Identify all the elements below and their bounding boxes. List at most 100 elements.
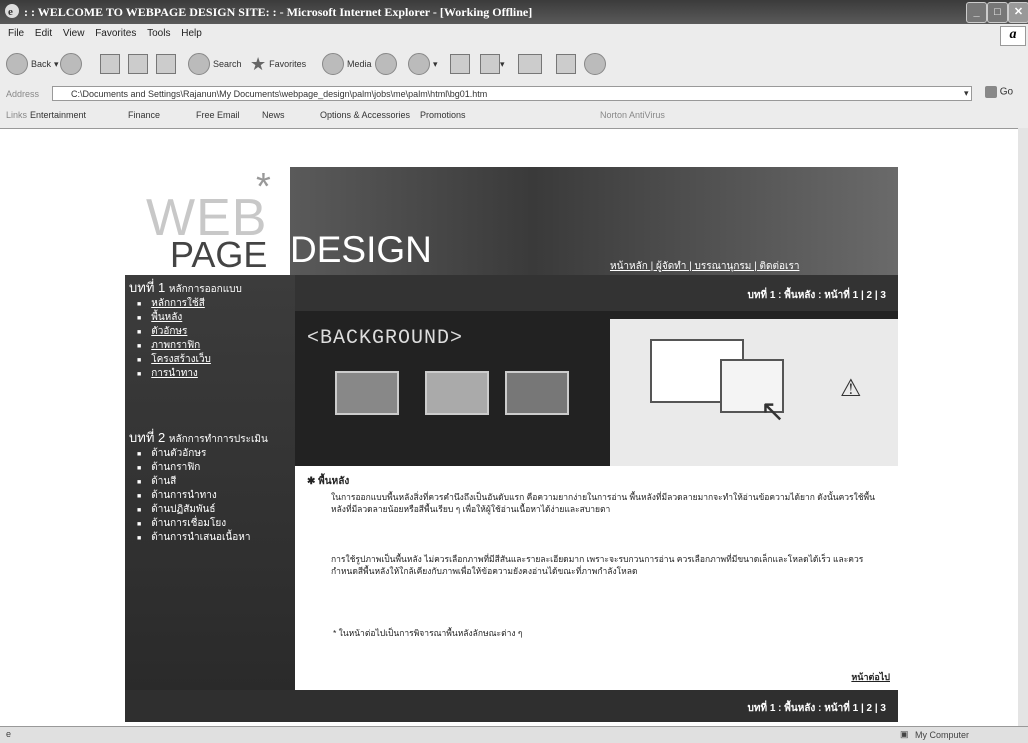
nav-graphics[interactable]: ภาพกราฟิก [137,339,211,353]
chapter2-heading: บทที่ 2 หลักการทำการประเมิน [129,427,268,448]
link-news[interactable]: News [262,110,285,120]
menu-help[interactable]: Help [181,28,202,39]
go-label: Go [999,86,1014,98]
menu-file[interactable]: File [8,28,24,39]
logo-page: PAGE [170,234,268,275]
go-arrow-icon [985,86,997,98]
discuss-button[interactable] [518,52,542,76]
window-title: : : WELCOME TO WEBPAGE DESIGN SITE: : - … [24,5,533,19]
back-arrow-icon [6,53,28,75]
link-free-email[interactable]: Free Email [196,110,240,120]
panel-title: ✱ พื้นหลัง [307,474,349,489]
favorites-label: Favorites [269,59,307,69]
nav-font[interactable]: ตัวอักษร [137,325,211,339]
menu-tools[interactable]: Tools [147,28,170,39]
nav-eval-graphics[interactable]: ด้านกราฟิก [137,461,251,475]
norton-antivirus[interactable]: Norton AntiVirus [600,110,665,120]
chapter1-heading: บทที่ 1 หลักการออกแบบ [129,277,242,298]
security-zone: My Computer [915,730,970,740]
link-entertainment[interactable]: Entertainment [30,110,86,120]
stop-button[interactable] [100,52,120,76]
menu-favorites[interactable]: Favorites [95,28,136,39]
breadcrumb[interactable]: บทที่ 1 : พื้นหลัง : หน้าที่ 1 | 2 | 3 [748,288,886,303]
history-button[interactable] [375,52,400,76]
edit-icon [480,54,500,74]
links-bar: Links Entertainment Finance Free Email N… [0,106,1028,126]
forward-button[interactable] [60,52,85,76]
link-promotions[interactable]: Promotions [420,110,466,120]
address-dropdown-icon[interactable]: ▾ [964,88,969,99]
favorites-button[interactable]: ★ Favorites [250,52,306,76]
close-button[interactable]: ✕ [1008,2,1028,23]
nav-eval-color[interactable]: ด้านสี [137,475,251,489]
hero-image: <BACKGROUND> ⚠ ↖ [295,311,898,466]
link-finance[interactable]: Finance [128,110,160,120]
edit-button[interactable]: ▾ [480,52,505,76]
left-sidebar: บทที่ 1 หลักการออกแบบ หลักการใช้สี พื้นห… [125,275,295,695]
nav-eval-navigation[interactable]: ด้านการนำทาง [137,489,251,503]
hero-thumbnail-3 [505,371,569,415]
chapter1-title: หลักการออกแบบ [168,284,242,295]
maximize-button[interactable]: □ [987,2,1008,23]
nav-eval-links[interactable]: ด้านการเชื่อมโยง [137,517,251,531]
breadcrumb-bar: บทที่ 1 : พื้นหลัง : หน้าที่ 1 | 2 | 3 [295,275,898,311]
hero-heading: <BACKGROUND> [307,327,464,350]
logo-star: * [256,166,271,208]
media-button[interactable]: Media [322,52,372,76]
print-button[interactable] [450,52,470,76]
menu-edit[interactable]: Edit [35,28,52,39]
nav-eval-content[interactable]: ด้านการนำเสนอเนื้อหา [137,531,250,545]
home-button[interactable] [156,52,176,76]
back-label: Back [31,59,52,69]
nav-eval-font[interactable]: ด้านตัวอักษร [137,447,251,461]
top-navigation[interactable]: หน้าหลัก | ผู้จัดทำ | บรรณานุกรม | ติดต่… [610,259,799,274]
footer-breadcrumb[interactable]: บทที่ 1 : พื้นหลัง : หน้าที่ 1 | 2 | 3 [748,701,886,716]
media-label: Media [347,59,372,69]
standard-toolbar: Back ▾ Search ★ Favorites Media ▾ ▾ [0,46,1028,82]
go-button[interactable]: Go [985,86,1013,98]
back-button[interactable]: Back ▾ [6,52,59,76]
status-bar: e ▣ My Computer [0,726,1028,743]
link-options-accessories[interactable]: Options & Accessories [320,110,410,120]
paragraph-2: การใช้รูปภาพเป็นพื้นหลัง ไม่ควรเลือกภาพท… [331,553,864,576]
next-page-link[interactable]: หน้าต่อไป [851,670,890,684]
address-input[interactable]: C:\Documents and Settings\Rajanun\My Doc… [52,86,972,101]
browser-window: e : : WELCOME TO WEBPAGE DESIGN SITE: : … [0,0,1028,743]
refresh-icon [128,54,148,74]
warning-icon: ⚠ [840,375,862,402]
logo-design: DESIGN [290,229,432,270]
nav-color[interactable]: หลักการใช้สี [137,297,211,311]
search-button[interactable]: Search [188,52,242,76]
chapter1-list: หลักการใช้สี พื้นหลัง ตัวอักษร ภาพกราฟิก… [137,297,211,381]
messenger-button[interactable] [584,52,609,76]
header-banner: DESIGN หน้าหลัก | ผู้จัดทำ | บรรณานุกรม … [290,167,898,275]
chapter2-list: ด้านตัวอักษร ด้านกราฟิก ด้านสี ด้านการนำ… [137,447,251,545]
hero-thumbnail-1 [335,371,399,415]
menu-view[interactable]: View [63,28,85,39]
nav-background[interactable]: พื้นหลัง [137,311,211,325]
hero-screenshot: ⚠ ↖ [610,319,898,466]
home-icon [156,54,176,74]
mail-button[interactable]: ▾ [408,52,438,76]
links-label: Links [6,110,28,120]
research-button[interactable] [556,52,576,76]
nav-navigation[interactable]: การนำทาง [137,367,211,381]
vertical-scrollbar[interactable] [1018,128,1028,726]
messenger-icon [584,53,606,75]
footer-bar: บทที่ 1 : พื้นหลัง : หน้าที่ 1 | 2 | 3 [125,690,898,722]
paragraph-1: ในการออกแบบพื้นหลังสิ่งที่ควรคำนึงถึงเป็… [331,491,875,514]
cursor-arrow-icon: ↖ [760,395,786,428]
nav-structure[interactable]: โครงสร้างเว็บ [137,353,211,367]
computer-icon: ▣ [900,729,909,739]
minimize-button[interactable]: _ [966,2,987,23]
back-dropdown-icon[interactable]: ▾ [54,59,59,70]
panel-title-text: พื้นหลัง [318,476,350,487]
page-status-icon: e [6,729,12,739]
svg-text:e: e [8,6,13,18]
history-icon [375,53,397,75]
refresh-button[interactable] [128,52,148,76]
bullet-star-icon: ✱ [307,476,316,487]
ie-icon: e [5,4,19,18]
nav-eval-interaction[interactable]: ด้านปฏิสัมพันธ์ [137,503,251,517]
chapter2-number: บทที่ 2 [129,430,166,445]
